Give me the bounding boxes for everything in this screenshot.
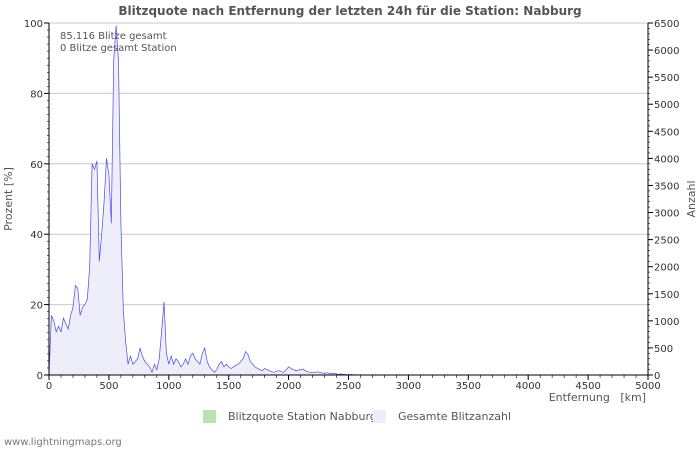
y-right-tick-label: 4000	[654, 154, 679, 165]
y-right-tick-label: 5500	[654, 73, 679, 84]
y-axis-label-right: Anzahl	[685, 180, 698, 217]
y-right-tick-label: 1000	[654, 317, 679, 328]
axes	[44, 22, 653, 380]
y-left-tick-label: 0	[37, 371, 43, 382]
y-right-tick-label: 2000	[654, 263, 679, 274]
y-right-tick-label: 6500	[654, 19, 679, 30]
y-right-tick-label: 500	[654, 344, 673, 355]
annotation-total: 85.116 Blitze gesamt	[60, 31, 167, 42]
x-tick-label: 1500	[216, 381, 241, 392]
legend-swatch-total	[373, 410, 386, 423]
x-tick-label: 3000	[396, 381, 421, 392]
x-tick-label: 0	[46, 381, 52, 392]
chart: Blitzquote nach Entfernung der letzten 2…	[2, 4, 698, 404]
y-axis-label-left: Prozent [%]	[2, 167, 15, 231]
y-right-tick-label: 6000	[654, 46, 679, 57]
y-right-tick-label: 3000	[654, 209, 679, 220]
x-tick-label: 2000	[276, 381, 301, 392]
legend-label-total: Gesamte Blitzanzahl	[398, 410, 512, 423]
y-right-tick-label: 1500	[654, 290, 679, 301]
legend-item-total: Gesamte Blitzanzahl	[373, 410, 511, 423]
legend-swatch-station	[203, 410, 216, 423]
y-left-tick-label: 20	[30, 301, 43, 312]
x-tick-label: 1000	[156, 381, 181, 392]
y-right-tick-label: 4500	[654, 127, 679, 138]
y-right-tick-label: 2500	[654, 236, 679, 247]
chart-title: Blitzquote nach Entfernung der letzten 2…	[118, 4, 581, 18]
x-tick-label: 2500	[336, 381, 361, 392]
y-right-tick-label: 3500	[654, 181, 679, 192]
y-left-tick-label: 80	[30, 89, 43, 100]
x-tick-label: 500	[99, 381, 118, 392]
legend-label-station: Blitzquote Station Nabburg	[228, 410, 377, 423]
footer-site[interactable]: www.lightningmaps.org	[4, 437, 122, 448]
gridlines	[49, 22, 648, 306]
annotation-station: 0 Blitze gesamt Station	[60, 43, 177, 54]
legend-item-station: Blitzquote Station Nabburg	[203, 410, 377, 423]
y-left-tick-label: 60	[30, 160, 43, 171]
x-tick-label: 4000	[515, 381, 540, 392]
x-tick-label: 3500	[456, 381, 481, 392]
x-axis-label: Entfernung [km]	[549, 391, 646, 404]
y-left-tick-label: 40	[30, 230, 43, 241]
y-right-tick-label: 5000	[654, 100, 679, 111]
y-left-tick-label: 100	[24, 19, 43, 30]
